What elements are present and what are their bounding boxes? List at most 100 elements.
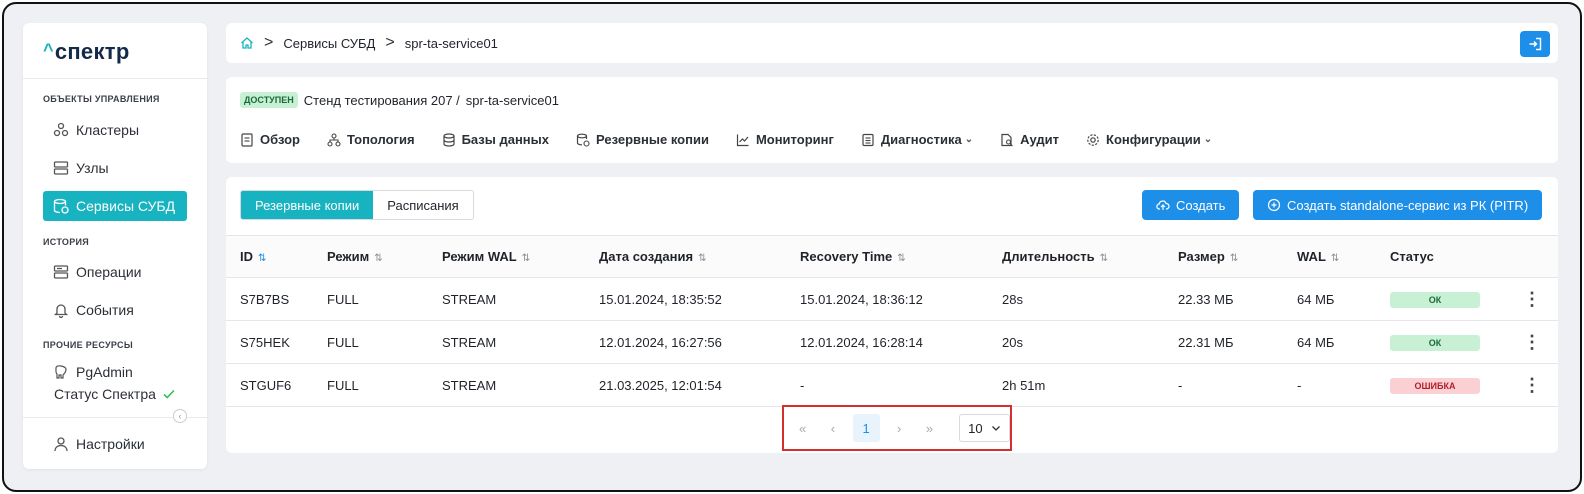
col-wal-mode[interactable]: Режим WAL ⇅ [442, 235, 599, 278]
cell-status: ОК [1390, 320, 1506, 364]
cell-wal-mode: STREAM [442, 320, 599, 364]
subtab-schedules[interactable]: Расписания [373, 191, 472, 219]
tab-label: Топология [347, 132, 415, 147]
cell-id: STGUF6 [226, 363, 327, 407]
cell-created: 15.01.2024, 18:35:52 [599, 277, 800, 321]
col-mode[interactable]: Режим ⇅ [327, 235, 442, 278]
status-badge: ДОСТУПЕН [240, 92, 298, 108]
sidebar-item-settings[interactable]: Настройки [43, 429, 187, 459]
tab-audit[interactable]: Аудит [1000, 132, 1059, 147]
backups-panel: Резервные копии Расписания Создать Созда… [226, 177, 1558, 453]
divider [23, 78, 207, 79]
sidebar-item-db-services[interactable]: Сервисы СУБД [43, 191, 187, 221]
cell-recovery: - [800, 363, 1002, 407]
sort-icon: ⇅ [521, 253, 531, 264]
plus-circle-icon [1267, 198, 1281, 212]
col-created[interactable]: Дата создания ⇅ [599, 235, 800, 278]
header-label: Recovery Time [800, 249, 893, 264]
sidebar-item-events[interactable]: События [43, 295, 187, 325]
cell-status: ОК [1390, 277, 1506, 321]
sidebar-item-operations[interactable]: Операции [43, 257, 187, 287]
stand-name[interactable]: Стенд тестирования 207 / [304, 93, 460, 108]
home-icon[interactable] [240, 36, 254, 50]
sidebar-item-pgadmin[interactable]: PgAdmin [43, 357, 187, 387]
sidebar-item-clusters[interactable]: Кластеры [43, 115, 187, 145]
cell-duration: 28s [1002, 277, 1178, 321]
next-page-button[interactable]: › [889, 414, 910, 442]
service-header: ДОСТУПЕН Стенд тестирования 207 / spr-ta… [226, 77, 1558, 163]
cluster-icon [53, 122, 69, 138]
bell-icon [53, 302, 69, 318]
tab-backups[interactable]: Резервные копии [576, 132, 709, 147]
table-header: ID ⇅ Режим ⇅ Режим WAL ⇅ Дата создания ⇅ Rec… [226, 235, 1558, 278]
tab-monitoring[interactable]: Мониторинг [736, 132, 834, 147]
col-recovery[interactable]: Recovery Time ⇅ [800, 235, 1002, 278]
logo-caret: ^ [43, 40, 54, 60]
audit-icon [1000, 133, 1014, 147]
col-wal[interactable]: WAL ⇅ [1297, 235, 1390, 278]
sidebar-item-label: PgAdmin [76, 364, 133, 380]
spektr-status[interactable]: Статус Спектра [54, 386, 176, 402]
sidebar-item-label: Операции [76, 264, 142, 280]
logout-button[interactable] [1520, 31, 1550, 57]
status-badge: ОК [1390, 291, 1480, 308]
table-row[interactable]: S7B7BS FULL STREAM 15.01.2024, 18:35:52 … [226, 277, 1558, 321]
cell-wal: - [1297, 363, 1390, 407]
sort-icon: ⇅ [374, 253, 383, 264]
gear-icon [1086, 133, 1100, 147]
elephant-icon [53, 364, 69, 380]
cell-size: 22.31 МБ [1178, 320, 1297, 364]
cell-recovery: 12.01.2024, 16:28:14 [800, 320, 1002, 364]
header-label: Дата создания [599, 249, 694, 264]
service-name: spr-ta-service01 [465, 92, 559, 108]
breadcrumb-service[interactable]: spr-ta-service01 [405, 36, 498, 51]
app-frame: ^спектр ОБЪЕКТЫ УПРАВЛЕНИЯ Кластеры Узлы… [2, 2, 1582, 492]
diagnostics-icon [861, 133, 875, 147]
prev-page-button[interactable]: ‹ [822, 414, 843, 442]
col-size[interactable]: Размер ⇅ [1178, 235, 1297, 278]
backups-table: ID ⇅ Режим ⇅ Режим WAL ⇅ Дата создания ⇅ Rec… [226, 235, 1558, 407]
tab-topology[interactable]: Топология [327, 132, 415, 147]
tab-label: Резервные копии [596, 132, 709, 147]
col-status: Статус [1390, 235, 1506, 278]
first-page-button[interactable]: « [792, 414, 813, 442]
breadcrumb-db-services[interactable]: Сервисы СУБД [283, 36, 375, 51]
server-icon [53, 160, 69, 176]
logo[interactable]: ^спектр [43, 39, 130, 65]
table-row[interactable]: STGUF6 FULL STREAM 21.03.2025, 12:01:54 … [226, 363, 1558, 407]
sidebar-item-label: Кластеры [76, 122, 139, 138]
tab-configs[interactable]: Конфигурации ⌄ [1086, 132, 1212, 147]
col-id[interactable]: ID ⇅ [226, 235, 327, 278]
cell-mode: FULL [327, 363, 442, 407]
last-page-button[interactable]: » [919, 414, 940, 442]
header-label: Длительность [1002, 249, 1095, 264]
cell-duration: 20s [1002, 320, 1178, 364]
create-label: Создать [1176, 197, 1226, 213]
page-size-select[interactable]: 10 [959, 414, 1010, 442]
row-menu-icon[interactable]: ⋮ [1506, 363, 1558, 407]
tab-databases[interactable]: Базы данных [442, 132, 549, 147]
row-menu-icon[interactable]: ⋮ [1506, 277, 1558, 321]
page-button-current[interactable]: 1 [852, 414, 880, 442]
status-badge: ОК [1390, 334, 1480, 351]
cell-wal-mode: STREAM [442, 277, 599, 321]
sidebar-item-nodes[interactable]: Узлы [43, 153, 187, 183]
col-actions [1506, 235, 1558, 278]
breadcrumb-separator: > [385, 34, 395, 51]
subtab-backups[interactable]: Резервные копии [241, 191, 374, 219]
cell-wal-mode: STREAM [442, 363, 599, 407]
service-tabs: Обзор Топология Базы данных Резервные ко… [240, 132, 1239, 147]
col-duration[interactable]: Длительность ⇅ [1002, 235, 1178, 278]
tab-overview[interactable]: Обзор [240, 132, 300, 147]
row-menu-icon[interactable]: ⋮ [1506, 320, 1558, 364]
tab-diagnostics[interactable]: Диагностика ⌄ [861, 132, 973, 147]
create-pitr-button[interactable]: Создать standalone-сервис из РК (PITR) [1253, 190, 1543, 220]
status-label: Статус Спектра [54, 386, 156, 402]
create-button[interactable]: Создать [1142, 190, 1240, 220]
table-row[interactable]: S75HEK FULL STREAM 12.01.2024, 16:27:56 … [226, 320, 1558, 364]
cell-wal: 64 МБ [1297, 320, 1390, 364]
collapse-sidebar-icon[interactable]: ‹ [173, 409, 187, 423]
cell-id: S7B7BS [226, 277, 327, 321]
backup-icon [576, 133, 590, 147]
logout-icon [1528, 37, 1542, 51]
